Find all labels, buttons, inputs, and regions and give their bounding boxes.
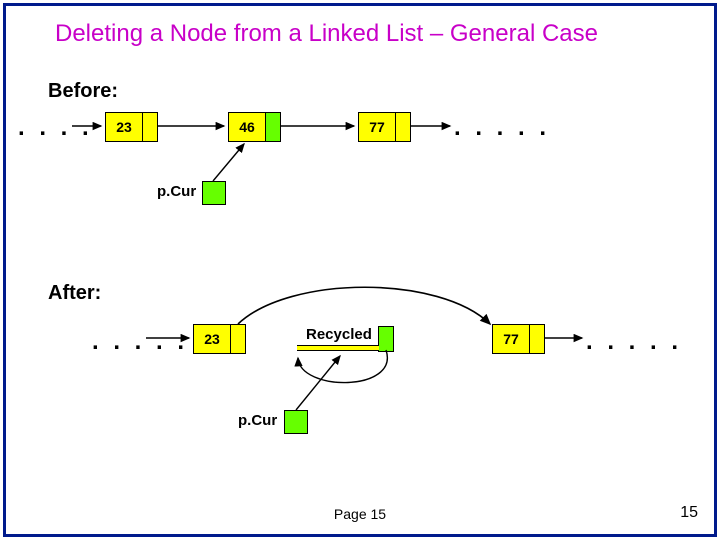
before-node-77: 77 [358,112,411,142]
node-value: 77 [359,113,395,141]
dots-left-before: . . . . . [18,114,114,142]
node-value: 77 [493,325,529,353]
pcur-label-after: p.Cur [238,412,277,429]
node-pointer [142,113,157,141]
pcur-box-before [202,181,226,205]
dots-right-before: . . . . . [454,114,550,142]
recycled-underline [297,345,379,351]
before-node-46: 46 [228,112,281,142]
before-node-23: 23 [105,112,158,142]
page-number: 15 [680,504,698,522]
before-label: Before: [48,80,118,103]
node-pointer [230,325,245,353]
node-pointer [529,325,544,353]
dots-right-after: . . . . . [586,328,682,356]
pcur-label-before: p.Cur [157,183,196,200]
node-value: 23 [194,325,230,353]
node-value: 23 [106,113,142,141]
recycled-pointer-cell [378,326,394,352]
recycled-label: Recycled [306,326,372,343]
node-pointer [265,113,280,141]
after-node-77: 77 [492,324,545,354]
node-pointer [395,113,410,141]
pcur-box-after [284,410,308,434]
after-node-23: 23 [193,324,246,354]
slide-title: Deleting a Node from a Linked List – Gen… [55,20,598,48]
node-value: 46 [229,113,265,141]
page-label: Page 15 [0,506,720,522]
dots-left-after: . . . . . [92,328,188,356]
after-label: After: [48,282,101,305]
